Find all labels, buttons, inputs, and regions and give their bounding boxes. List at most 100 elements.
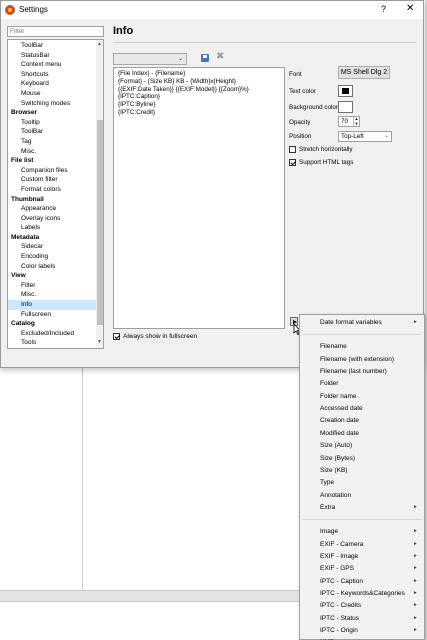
window-title: Settings [19,5,48,14]
nav-item[interactable]: ToolBar [8,41,96,51]
menu-item[interactable]: IPTC - Status ▸ [300,613,424,624]
nav-category[interactable]: Metadata [8,233,96,243]
nav-item[interactable]: Shortcuts [8,70,96,80]
nav-item[interactable]: Info [8,300,96,310]
nav-item[interactable]: Excluded/Included [8,329,96,339]
menu-separator [302,519,422,521]
nav-item[interactable]: Color labels [8,262,96,272]
opacity-spinbox[interactable]: 70 ▲ ▼ [338,116,360,127]
html-tags-checkbox[interactable] [289,159,296,166]
menu-item[interactable]: Extra ▸ [300,502,424,513]
title-divider [113,42,416,43]
menu-item[interactable]: Modified date [300,428,424,439]
always-fullscreen-label: Always show in fullscreen [123,333,198,340]
settings-window: Settings ? ✕ ToolBarStatusBarContext men… [0,0,424,368]
nav-item[interactable]: Custom filter [8,175,96,185]
template-line: {{EXIF:Date Taken}} {{EXIF:Model}} {{Zoo… [118,85,249,93]
text-color-button[interactable] [338,85,353,97]
position-select[interactable]: Top-Left ⌄ [338,131,392,142]
help-button[interactable]: ? [381,4,386,14]
scroll-up-icon[interactable]: ▲ [97,41,102,47]
menu-item-label: IPTC - Credits [320,602,362,610]
template-line: {IPTC:Caption} [118,93,161,101]
font-button[interactable]: MS Shell Dlg 2 [338,66,390,79]
nav-item[interactable]: Mouse [8,89,96,99]
menu-item[interactable]: Annotation [300,490,424,501]
template-editor[interactable]: {File Index} - {Filename} {Format} - {Siz… [113,67,285,329]
scroll-down-icon[interactable]: ▼ [97,339,102,345]
nav-item[interactable]: Appearance [8,204,96,214]
menu-item[interactable]: EXIF - Image ▸ [300,551,424,562]
menu-item[interactable]: IPTC - Caption ▸ [300,576,424,587]
nav-scrollbar[interactable]: ▲ ▼ [96,40,103,348]
nav-item[interactable]: Misc. [8,147,96,157]
nav-category[interactable]: View [8,271,96,281]
nav-category[interactable]: Catalog [8,319,96,329]
nav-item[interactable]: Tooltip [8,118,96,128]
position-value: Top-Left [341,133,364,140]
nav-item[interactable]: Misc. [8,290,96,300]
menu-item[interactable]: IPTC - Credits ▸ [300,600,424,611]
save-icon[interactable] [201,54,209,62]
menu-item-label: Accessed date [320,405,363,413]
menu-item[interactable]: IPTC - Keywords&Categories ▸ [300,588,424,599]
background-color-button[interactable] [338,101,353,113]
position-label: Position [289,133,312,140]
menu-item[interactable]: Size (KB) [300,465,424,476]
stretch-checkbox[interactable] [289,146,296,153]
nav-item[interactable]: StatusBar [8,51,96,61]
menu-item[interactable]: Filename [300,341,424,352]
nav-item[interactable]: Filter [8,281,96,291]
menu-item[interactable]: Date format variables ▸ [300,317,424,328]
menu-item[interactable]: Size (Bytes) [300,453,424,464]
menu-item[interactable]: Size (Auto) [300,440,424,451]
menu-item[interactable]: EXIF - GPS ▸ [300,563,424,574]
menu-item[interactable]: Creation date [300,415,424,426]
nav-item[interactable]: Encoding [8,252,96,262]
menu-item[interactable]: Filename (with extension) [300,354,424,365]
scroll-thumb[interactable] [97,120,103,325]
nav-item[interactable]: Tag [8,137,96,147]
always-fullscreen-option[interactable]: Always show in fullscreen [113,333,197,340]
nav-category[interactable]: Thumbnail [8,195,96,205]
menu-item[interactable]: Folder name [300,391,424,402]
menu-item[interactable]: EXIF - Camera ▸ [300,539,424,550]
menu-item[interactable]: Accessed date [300,403,424,414]
menu-item-label: Type [320,479,335,487]
background-divider [82,368,83,590]
nav-item[interactable]: Switching modes [8,99,96,109]
menu-item[interactable]: Folder [300,378,424,389]
filter-input[interactable] [7,26,104,37]
menu-item[interactable]: Filename (last number) [300,366,424,377]
delete-icon[interactable]: ✖ [216,52,224,62]
spin-arrows-icon[interactable]: ▲ ▼ [353,116,359,126]
nav-item[interactable]: ToolBar [8,127,96,137]
menu-item-label: Filename (last number) [320,368,387,376]
nav-item[interactable]: Format colors [8,185,96,195]
nav-category[interactable]: File list [8,156,96,166]
stretch-option[interactable]: Stretch horizontally [289,146,353,153]
nav-item[interactable]: Context menu [8,60,96,70]
menu-item-label: Filename (with extension) [320,355,395,363]
always-fullscreen-checkbox[interactable] [113,333,120,340]
title-bar[interactable]: Settings ? ✕ [1,1,423,19]
submenu-arrow-icon: ▸ [414,614,417,621]
opacity-label: Opacity [289,119,311,126]
nav-item[interactable]: Labels [8,223,96,233]
preset-select[interactable]: ⌄ [113,53,187,65]
nav-category[interactable]: Browser [8,108,96,118]
nav-item[interactable]: Fullscreen [8,310,96,320]
menu-item[interactable]: Image ▸ [300,526,424,537]
menu-item[interactable]: Type [300,477,424,488]
nav-item[interactable]: Companion files [8,166,96,176]
background-color-label: Background color [289,104,339,111]
nav-item[interactable]: Sidecar [8,242,96,252]
menu-item[interactable]: IPTC - Origin ▸ [300,625,424,636]
html-tags-option[interactable]: Support HTML tags [289,159,353,166]
menu-item-label: IPTC - Keywords&Categories [320,590,405,597]
close-button[interactable]: ✕ [406,3,414,14]
nav-item[interactable]: Tools [8,338,96,348]
nav-item[interactable]: Overlay icons [8,214,96,224]
menu-item-label: Extra [320,503,336,511]
nav-item[interactable]: Keyboard [8,79,96,89]
